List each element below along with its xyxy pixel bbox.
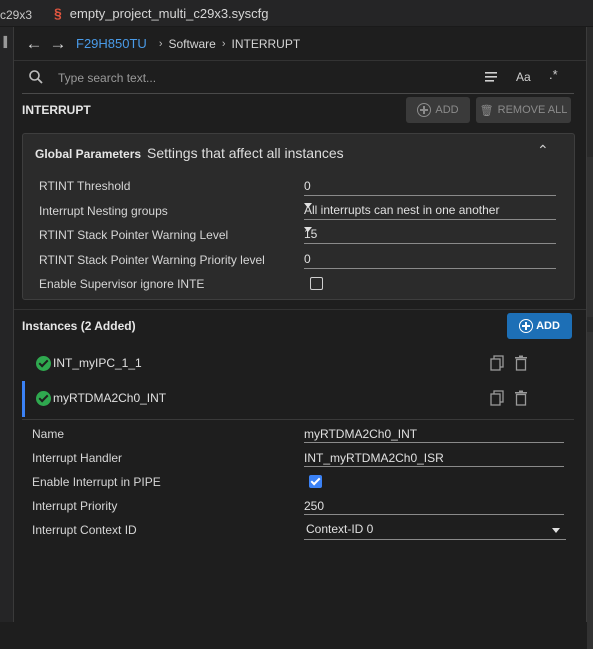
regex-toggle-icon[interactable]: .*	[549, 67, 558, 82]
field-value: Context-ID 0	[306, 522, 374, 536]
search-icon	[29, 70, 43, 84]
instance-item-selected[interactable]: myRTDMA2Ch0_INT	[22, 381, 574, 417]
dropdown-caret-icon	[304, 227, 312, 232]
active-tab-label: empty_project_multi_c29x3.syscfg	[69, 5, 269, 21]
instance-item[interactable]: INT_myIPC_1_1	[22, 348, 574, 378]
param-value: 0	[304, 179, 311, 193]
field-label: Interrupt Handler	[32, 451, 123, 465]
add-instance-label: ADD	[536, 320, 560, 332]
field-label: Enable Interrupt in PIPE	[32, 475, 161, 489]
search-row: Aa .*	[14, 63, 586, 94]
instance-name: INT_myIPC_1_1	[53, 356, 142, 370]
add-button-label: ADD	[435, 104, 459, 116]
syscfg-s-icon: §	[54, 5, 62, 21]
copy-icon[interactable]	[490, 390, 504, 406]
copy-icon[interactable]	[490, 355, 504, 371]
param-label: RTINT Stack Pointer Warning Level	[39, 228, 229, 242]
field-label: Interrupt Priority	[32, 499, 118, 513]
device-link[interactable]: F29H850TU	[76, 36, 147, 51]
divider	[22, 419, 574, 420]
trash-icon: 🗑	[479, 104, 494, 117]
add-instance-button[interactable]: ADD	[507, 313, 572, 339]
field-value: 250	[304, 499, 325, 513]
field-label: Interrupt Context ID	[32, 523, 137, 537]
chevron-right-icon: ›	[221, 37, 226, 50]
remove-all-button[interactable]: 🗑 REMOVE ALL	[476, 97, 571, 123]
match-case-toggle[interactable]: Aa	[516, 70, 531, 84]
rtint-threshold-input[interactable]: 0	[304, 177, 556, 196]
scroll-thumb-lower[interactable]	[587, 332, 593, 649]
list-view-icon[interactable]	[484, 71, 498, 83]
context-id-select[interactable]: Context-ID 0	[304, 519, 566, 540]
global-parameters-title: Global Parameters	[35, 147, 142, 161]
instances-title: Instances (2 Added)	[22, 319, 136, 333]
chevron-right-icon: ›	[158, 37, 163, 50]
back-arrow-icon[interactable]: ←	[22, 34, 46, 54]
supervisor-ignore-inte-checkbox[interactable]	[310, 277, 323, 290]
search-input[interactable]	[56, 67, 480, 89]
editor-tab-strip: c29x3 § empty_project_multi_c29x3.syscfg	[0, 0, 593, 27]
dropdown-caret-icon	[552, 528, 560, 533]
param-label: RTINT Stack Pointer Warning Priority lev…	[39, 253, 265, 267]
interrupt-handler-input[interactable]: INT_myRTDMA2Ch0_ISR	[304, 450, 564, 467]
add-button-disabled[interactable]: ADD	[406, 97, 470, 123]
scroll-thumb-upper[interactable]	[587, 157, 593, 317]
breadcrumb-interrupt[interactable]: INTERRUPT	[232, 37, 301, 51]
gutter-handle-icon[interactable]: ▐	[0, 37, 7, 49]
param-label: Interrupt Nesting groups	[39, 204, 168, 218]
section-title: INTERRUPT	[22, 103, 91, 117]
field-value: myRTDMA2Ch0_INT	[304, 427, 418, 441]
check-circle-icon	[36, 356, 51, 371]
search-underline	[22, 93, 574, 94]
active-editor-tab[interactable]: § empty_project_multi_c29x3.syscfg	[54, 0, 269, 26]
add-circle-icon	[417, 103, 432, 117]
nesting-groups-select[interactable]: All interrupts can nest in one another	[304, 201, 556, 220]
field-value: INT_myRTDMA2Ch0_ISR	[304, 451, 444, 465]
stack-warning-level-select[interactable]: 15	[304, 225, 556, 244]
trash-icon[interactable]	[514, 390, 528, 406]
breadcrumb-bar: ← → F29H850TU › Software › INTERRUPT	[14, 27, 586, 61]
field-label: Name	[32, 427, 65, 441]
right-scroll-gutter[interactable]	[586, 27, 593, 649]
param-label: Enable Supervisor ignore INTE	[39, 277, 205, 291]
divider	[14, 309, 586, 310]
param-label: RTINT Threshold	[39, 179, 131, 193]
previous-tab[interactable]: c29x3	[0, 8, 32, 22]
stack-warning-priority-input[interactable]: 0	[304, 250, 556, 269]
breadcrumb-software[interactable]: Software	[168, 37, 215, 51]
instance-name: myRTDMA2Ch0_INT	[53, 391, 167, 405]
trash-icon[interactable]	[514, 355, 528, 371]
interrupt-priority-input[interactable]: 250	[304, 498, 564, 515]
param-value: All interrupts can nest in one another	[304, 203, 500, 217]
check-circle-icon	[36, 391, 51, 406]
remove-all-label: REMOVE ALL	[497, 104, 568, 116]
collapse-chevron-up-icon[interactable]: ⌃	[537, 142, 549, 159]
left-activity-gutter: ▐	[0, 27, 14, 622]
dropdown-caret-icon	[304, 203, 312, 208]
enable-in-pipe-checkbox[interactable]	[309, 475, 322, 488]
param-value: 0	[304, 252, 311, 266]
instance-name-input[interactable]: myRTDMA2Ch0_INT	[304, 426, 564, 443]
global-parameters-panel: Global Parameters Settings that affect a…	[22, 133, 575, 300]
add-circle-icon	[519, 319, 534, 333]
forward-arrow-icon[interactable]: →	[46, 34, 70, 54]
global-parameters-subtitle: Settings that affect all instances	[147, 145, 344, 161]
selection-indicator	[22, 381, 25, 417]
